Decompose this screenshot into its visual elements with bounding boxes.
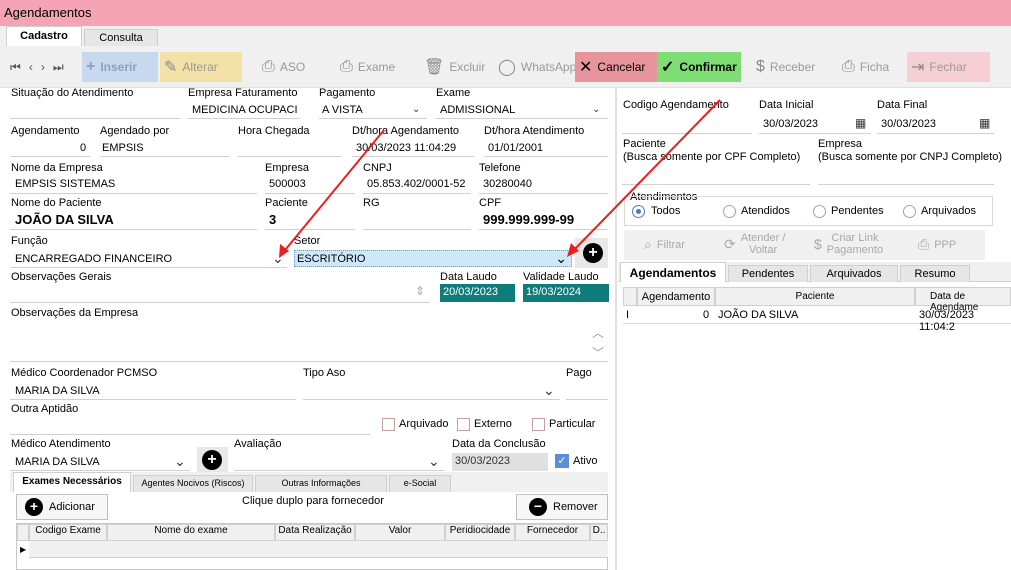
arrowhead-icon — [567, 243, 579, 257]
annotation-arrows — [279, 99, 721, 258]
arrow-to-setor — [570, 99, 721, 254]
arrow-to-funcao — [280, 129, 385, 256]
